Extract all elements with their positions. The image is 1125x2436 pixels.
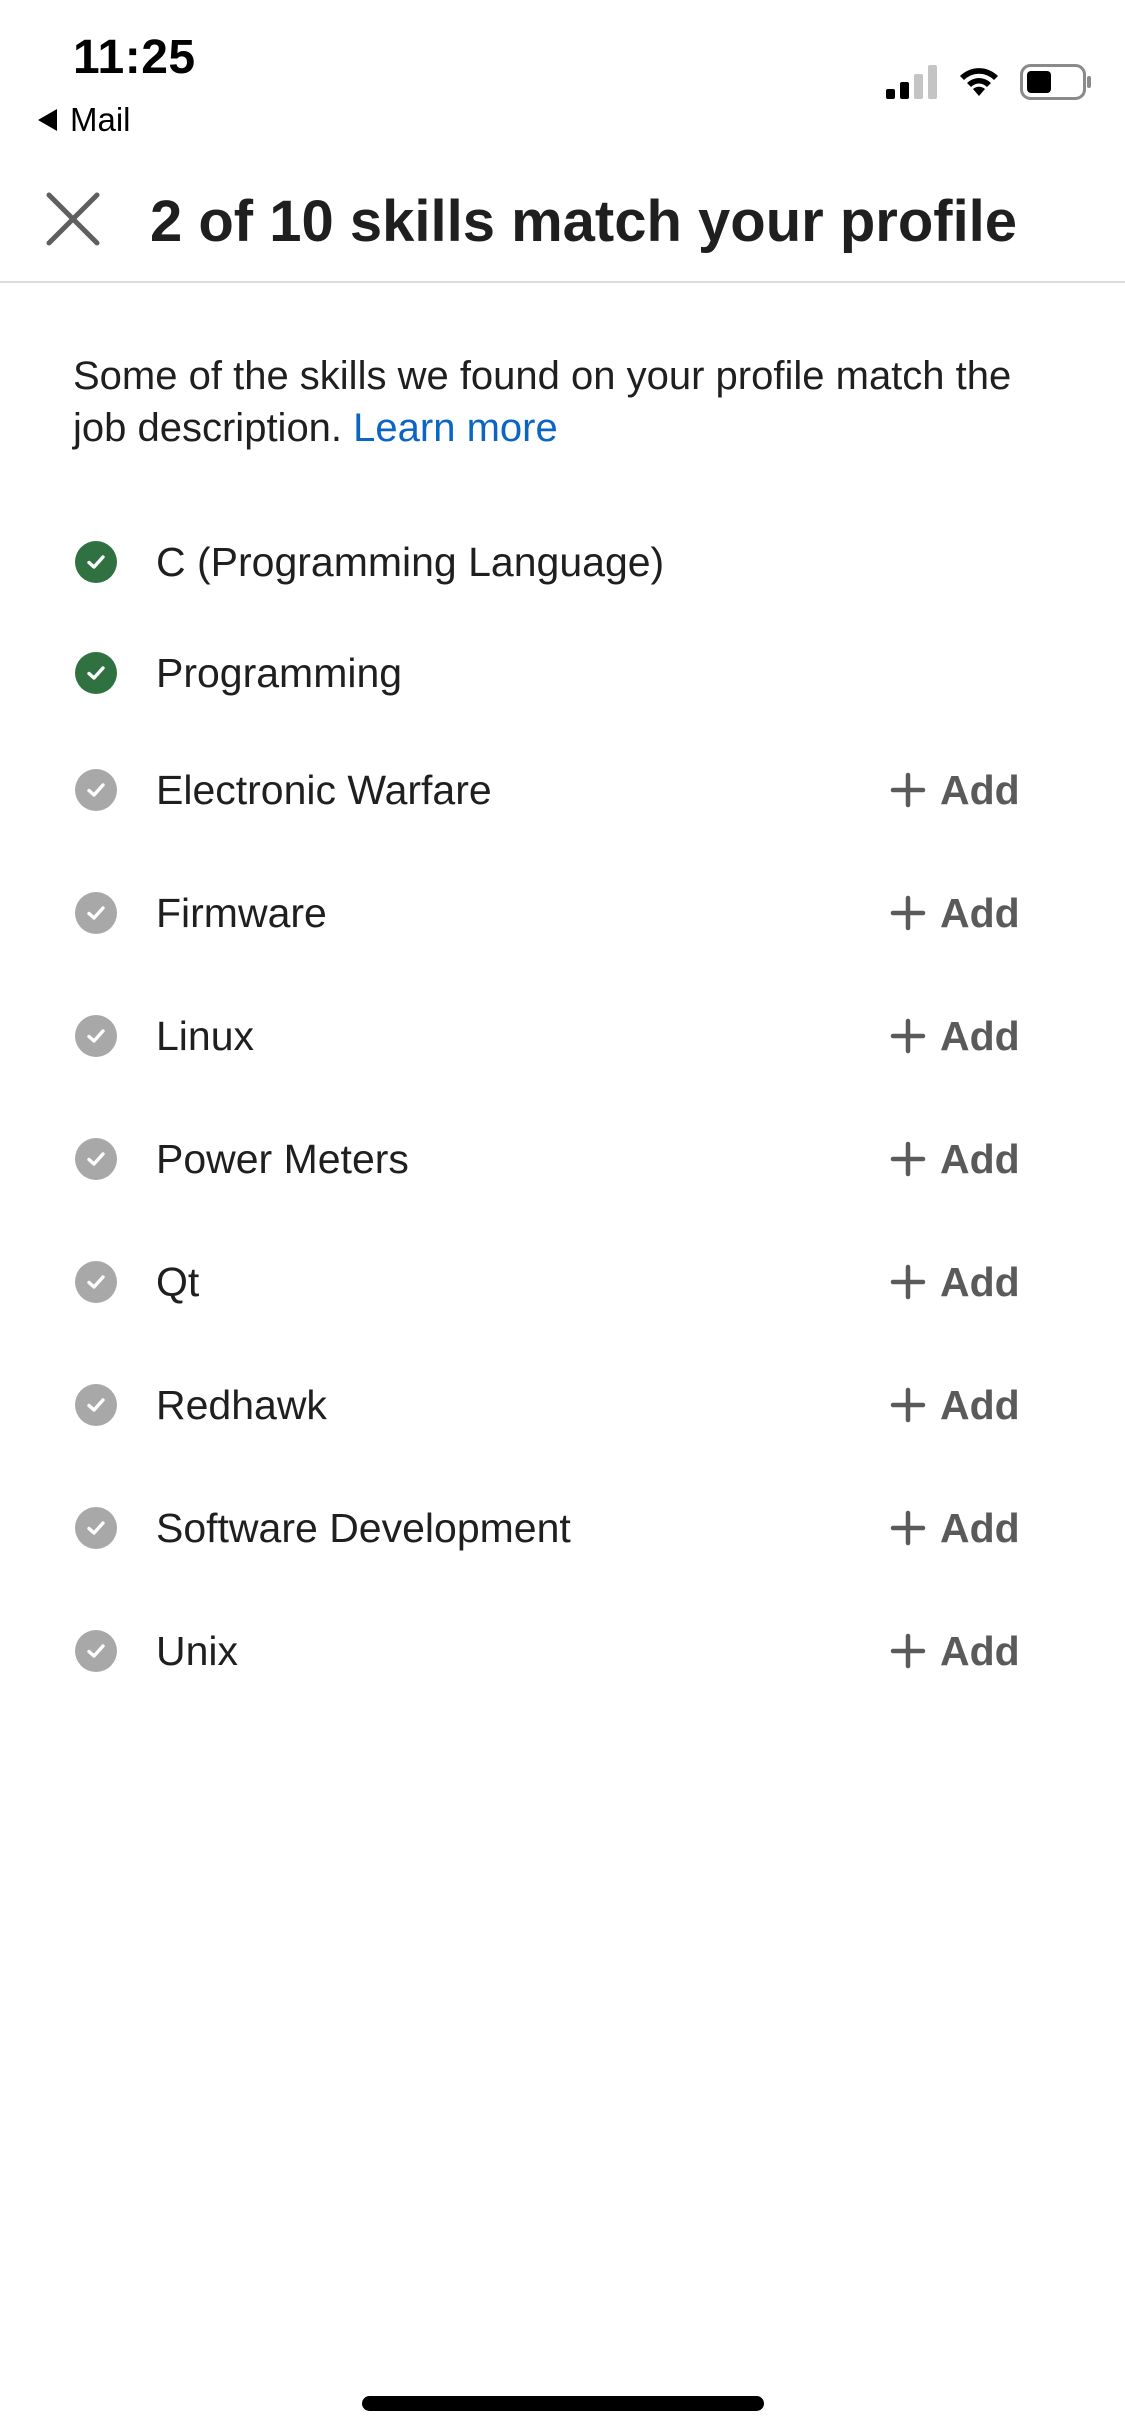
skill-name: Firmware xyxy=(156,889,327,936)
add-button-label: Add xyxy=(940,889,1020,936)
unmatched-check-icon xyxy=(75,1507,117,1549)
unmatched-check-icon xyxy=(75,769,117,811)
add-skill-button[interactable]: Add xyxy=(890,1006,1020,1066)
skill-row: Linux Add xyxy=(0,996,1125,1076)
add-button-label: Add xyxy=(940,1012,1020,1059)
skill-row: Software Development Add xyxy=(0,1488,1125,1568)
status-time: 11:25 xyxy=(73,31,196,84)
battery-icon xyxy=(1020,64,1091,100)
page-title: 2 of 10 skills match your profile xyxy=(150,189,1018,254)
status-icons xyxy=(886,62,1092,102)
matched-check-icon xyxy=(75,652,117,694)
skills-match-screen: 11:25 Mail 2 of 10 skills match your pro… xyxy=(0,0,1125,2436)
skill-row: Firmware Add xyxy=(0,873,1125,953)
intro-text: Some of the skills we found on your prof… xyxy=(73,350,1053,454)
skill-name: Programming xyxy=(156,649,403,696)
plus-icon xyxy=(890,1387,926,1423)
add-button-label: Add xyxy=(940,1627,1020,1674)
add-skill-button[interactable]: Add xyxy=(890,1498,1020,1558)
skill-name: Electronic Warfare xyxy=(156,766,492,813)
skill-name: Software Development xyxy=(156,1504,571,1551)
unmatched-check-icon xyxy=(75,1261,117,1303)
add-skill-button[interactable]: Add xyxy=(890,883,1020,943)
home-indicator[interactable] xyxy=(362,2396,764,2411)
add-button-label: Add xyxy=(940,1504,1020,1551)
skill-name: Power Meters xyxy=(156,1135,409,1182)
add-skill-button[interactable]: Add xyxy=(890,1252,1020,1312)
close-button[interactable] xyxy=(40,186,106,252)
plus-icon xyxy=(890,772,926,808)
plus-icon xyxy=(890,895,926,931)
plus-icon xyxy=(890,1018,926,1054)
plus-icon xyxy=(890,1264,926,1300)
skill-row: Redhawk Add xyxy=(0,1365,1125,1445)
plus-icon xyxy=(890,1633,926,1669)
back-app-label: Mail xyxy=(70,101,131,138)
cellular-signal-icon xyxy=(886,65,937,99)
add-skill-button[interactable]: Add xyxy=(890,760,1020,820)
skill-name: C (Programming Language) xyxy=(156,538,665,585)
skill-row: Power Meters Add xyxy=(0,1119,1125,1199)
learn-more-link[interactable]: Learn more xyxy=(353,406,558,450)
unmatched-check-icon xyxy=(75,1138,117,1180)
add-button-label: Add xyxy=(940,766,1020,813)
wifi-icon xyxy=(960,68,998,96)
add-button-label: Add xyxy=(940,1381,1020,1428)
add-button-label: Add xyxy=(940,1135,1020,1182)
skill-name: Redhawk xyxy=(156,1381,327,1428)
add-skill-button[interactable]: Add xyxy=(890,1375,1020,1435)
plus-icon xyxy=(890,1141,926,1177)
skill-row: C (Programming Language) xyxy=(0,522,1125,602)
add-skill-button[interactable]: Add xyxy=(890,1129,1020,1189)
skill-name: Unix xyxy=(156,1627,239,1674)
plus-icon xyxy=(890,1510,926,1546)
skill-row: Electronic Warfare Add xyxy=(0,750,1125,830)
header-bar: 2 of 10 skills match your profile xyxy=(0,160,1125,283)
skill-row: Unix Add xyxy=(0,1611,1125,1691)
back-triangle-icon xyxy=(38,109,57,131)
add-skill-button[interactable]: Add xyxy=(890,1621,1020,1681)
unmatched-check-icon xyxy=(75,1015,117,1057)
unmatched-check-icon xyxy=(75,892,117,934)
matched-check-icon xyxy=(75,541,117,583)
unmatched-check-icon xyxy=(75,1384,117,1426)
add-button-label: Add xyxy=(940,1258,1020,1305)
skill-row: Programming xyxy=(0,633,1125,713)
close-icon xyxy=(46,192,100,246)
unmatched-check-icon xyxy=(75,1630,117,1672)
back-to-mail-button[interactable]: Mail xyxy=(38,100,131,140)
skill-row: Qt Add xyxy=(0,1242,1125,1322)
skill-name: Linux xyxy=(156,1012,255,1059)
skill-name: Qt xyxy=(156,1258,200,1305)
